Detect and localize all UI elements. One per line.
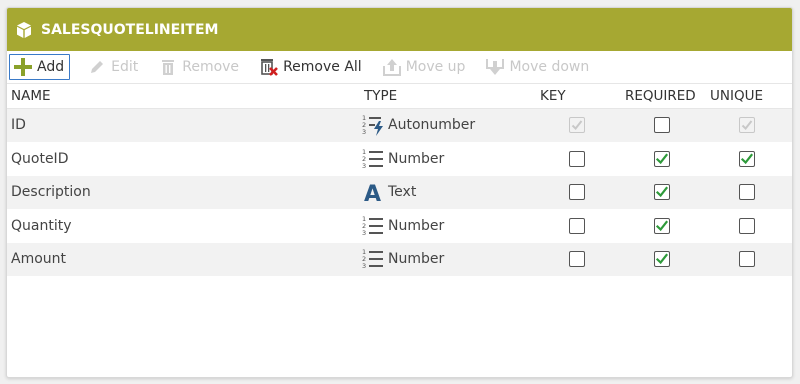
field-name: QuoteID — [11, 150, 69, 167]
field-type-label: Number — [388, 150, 445, 167]
entity-title-bar: SALESQUOTELINEITEM — [7, 8, 792, 51]
trash-x-icon — [259, 57, 279, 77]
table-row[interactable]: Description A Text — [7, 176, 792, 210]
move-down-button[interactable]: Move down — [482, 54, 594, 80]
unique-checkbox[interactable] — [739, 184, 755, 201]
edit-label: Edit — [111, 59, 139, 75]
add-button[interactable]: Add — [9, 54, 71, 80]
field-name: ID — [11, 117, 26, 134]
svg-text:3: 3 — [362, 229, 366, 237]
svg-text:3: 3 — [362, 162, 366, 170]
arrow-up-icon — [382, 57, 402, 77]
table-header: NAME TYPE KEY REQUIRED UNIQUE — [7, 83, 792, 109]
unique-checkbox[interactable] — [739, 150, 755, 167]
toolbar: Add Edit Remove Remove All Move up Move … — [7, 51, 792, 83]
required-checkbox[interactable] — [654, 251, 670, 268]
table-row[interactable]: Quantity 1 2 3 Number — [7, 210, 792, 243]
remove-all-button[interactable]: Remove All — [256, 54, 367, 80]
unique-checkbox[interactable] — [739, 217, 755, 234]
required-checkbox[interactable] — [654, 150, 670, 167]
svg-text:A: A — [364, 182, 381, 204]
col-header-key[interactable]: KEY — [540, 88, 566, 104]
key-checkbox[interactable] — [569, 251, 585, 268]
field-type-label: Number — [388, 217, 445, 234]
required-checkbox[interactable] — [654, 217, 670, 234]
col-header-name[interactable]: NAME — [11, 88, 51, 104]
required-checkbox[interactable] — [654, 184, 670, 201]
col-header-required[interactable]: REQUIRED — [625, 88, 696, 104]
field-type: 1 2 3 Number — [362, 214, 444, 238]
number-icon: 123 — [362, 214, 386, 238]
number-icon: 123 — [362, 147, 386, 171]
field-type: A Text — [362, 180, 416, 204]
text-icon: A — [362, 180, 386, 204]
table-row[interactable]: ID 1 2 3 Autonumber — [7, 109, 792, 143]
key-checkbox[interactable] — [569, 150, 585, 167]
remove-all-label: Remove All — [283, 59, 362, 75]
fields-table: NAME TYPE KEY REQUIRED UNIQUE ID 1 2 3 Auton… — [7, 83, 792, 277]
move-up-label: Move up — [405, 59, 466, 75]
add-label: Add — [37, 59, 65, 75]
plus-icon — [13, 57, 33, 77]
edit-button[interactable]: Edit — [84, 54, 143, 80]
number-icon: 123 — [362, 247, 386, 271]
entity-title: SALESQUOTELINEITEM — [41, 21, 219, 38]
arrow-down-icon — [485, 57, 505, 77]
svg-text:3: 3 — [362, 128, 366, 136]
field-name: Quantity — [11, 217, 72, 234]
field-type-label: Number — [388, 251, 445, 268]
move-down-label: Move down — [509, 59, 590, 75]
unique-checkbox — [739, 117, 755, 134]
field-type: 1 2 3 Number — [362, 147, 444, 171]
pencil-icon — [87, 57, 107, 77]
remove-button[interactable]: Remove — [155, 54, 244, 80]
table-row[interactable]: QuoteID 1 2 3 Number — [7, 143, 792, 176]
entity-panel: SALESQUOTELINEITEM Add Edit Remove Remov… — [6, 7, 793, 378]
trash-icon — [158, 57, 178, 77]
field-type: 1 2 3 Autonumber — [362, 113, 475, 137]
remove-label: Remove — [182, 59, 240, 75]
svg-text:3: 3 — [362, 262, 366, 270]
table-body: ID 1 2 3 Autonumber QuoteID 1 2 3 Number Descripti… — [7, 109, 792, 277]
table-row[interactable]: Amount 1 2 3 Number — [7, 243, 792, 277]
key-checkbox[interactable] — [569, 217, 585, 234]
key-checkbox[interactable] — [569, 184, 585, 201]
key-checkbox — [569, 117, 585, 134]
move-up-button[interactable]: Move up — [379, 54, 471, 80]
field-name: Description — [11, 184, 91, 201]
required-checkbox[interactable] — [654, 117, 670, 134]
col-header-unique[interactable]: UNIQUE — [710, 88, 763, 104]
field-type: 1 2 3 Number — [362, 247, 444, 271]
cube-icon — [15, 21, 33, 39]
col-header-type[interactable]: TYPE — [364, 88, 397, 104]
field-name: Amount — [11, 251, 67, 268]
autonumber-icon: 123 — [362, 113, 386, 137]
unique-checkbox[interactable] — [739, 251, 755, 268]
field-type-label: Autonumber — [388, 117, 476, 134]
field-type-label: Text — [388, 184, 417, 201]
